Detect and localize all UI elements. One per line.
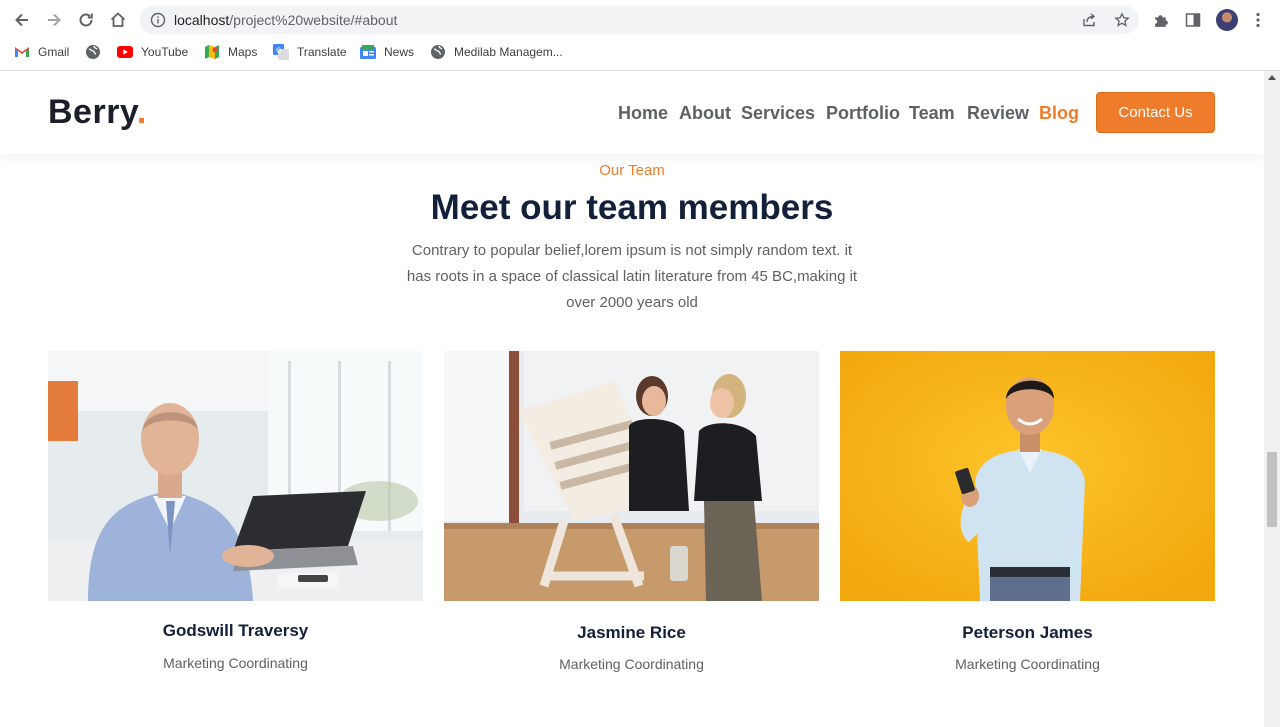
globe-icon: [85, 44, 101, 60]
site-header: Berry. Home About Services Portfolio Tea…: [0, 71, 1264, 154]
url-path: /project%20website/#about: [229, 12, 398, 28]
scrollbar-thumb[interactable]: [1267, 452, 1277, 527]
nav-blog[interactable]: Blog: [1039, 103, 1079, 124]
contact-us-button[interactable]: Contact Us: [1096, 92, 1215, 133]
home-icon: [110, 12, 126, 27]
nav-about[interactable]: About: [679, 103, 731, 124]
bookmark-gmail[interactable]: Gmail: [14, 42, 69, 62]
section-eyebrow: Our Team: [599, 162, 665, 179]
scroll-up-arrow-icon[interactable]: [1268, 75, 1276, 80]
reload-button[interactable]: [74, 8, 98, 32]
logo-dot: .: [136, 93, 147, 131]
bookmark-translate[interactable]: G Translate: [273, 42, 347, 62]
share-icon[interactable]: [1081, 12, 1097, 28]
puzzle-icon: [1154, 14, 1168, 27]
bookmark-label: Medilab Managem...: [454, 45, 563, 59]
translate-icon: G: [273, 44, 289, 60]
member-photo: [840, 351, 1215, 601]
bookmark-maps[interactable]: Maps: [204, 42, 257, 62]
arrow-right-icon: [48, 13, 61, 27]
member-role: Marketing Coordinating: [559, 656, 704, 672]
bookmark-medilab[interactable]: Medilab Managem...: [430, 42, 563, 62]
news-icon: [360, 44, 376, 60]
address-bar[interactable]: localhost/project%20website/#about: [140, 6, 1139, 34]
star-icon[interactable]: [1114, 12, 1130, 28]
url-host: localhost: [174, 12, 230, 28]
forward-button[interactable]: [42, 8, 66, 32]
section-description: Contrary to popular belief,lorem ipsum i…: [406, 242, 858, 311]
bookmarks-bar: Gmail YouTube Maps G Translate News Medi…: [0, 40, 1280, 64]
gmail-icon: [14, 44, 30, 60]
address-url[interactable]: localhost/project%20website/#about: [174, 12, 397, 28]
youtube-icon: [117, 44, 133, 60]
browser-chrome: localhost/project%20website/#about Gmail…: [0, 0, 1280, 71]
maps-icon: [204, 44, 220, 60]
nav-review[interactable]: Review: [967, 103, 1029, 124]
site-logo[interactable]: Berry.: [48, 93, 147, 132]
browser-toolbar: localhost/project%20website/#about: [0, 0, 1280, 40]
info-icon[interactable]: [150, 12, 166, 28]
profile-avatar[interactable]: [1216, 9, 1238, 31]
nav-team[interactable]: Team: [909, 103, 955, 124]
globe-icon: [430, 44, 446, 60]
nav-portfolio[interactable]: Portfolio: [826, 103, 900, 124]
kebab-menu-icon: [1256, 12, 1260, 28]
logo-text: Berry: [48, 93, 137, 131]
side-panel-icon: [1185, 13, 1201, 27]
member-role: Marketing Coordinating: [955, 656, 1100, 672]
page-viewport: Berry. Home About Services Portfolio Tea…: [0, 71, 1264, 727]
arrow-left-icon: [15, 13, 28, 27]
member-photo: [444, 351, 819, 601]
member-photo: [48, 351, 423, 601]
reload-icon: [79, 13, 93, 27]
svg-text:G: G: [276, 47, 281, 55]
bookmark-globe[interactable]: [85, 42, 109, 62]
nav-home[interactable]: Home: [618, 103, 668, 124]
nav-services[interactable]: Services: [741, 103, 815, 124]
member-name: Godswill Traversy: [162, 621, 309, 640]
bookmark-label: Gmail: [38, 45, 70, 59]
home-button[interactable]: [106, 8, 130, 32]
member-name: Jasmine Rice: [577, 623, 686, 642]
extensions-button[interactable]: [1151, 10, 1171, 30]
member-role: Marketing Coordinating: [163, 655, 308, 671]
bookmark-news[interactable]: News: [360, 42, 414, 62]
bookmark-label: Translate: [297, 45, 347, 59]
bookmark-youtube[interactable]: YouTube: [117, 42, 188, 62]
bookmark-label: Maps: [228, 45, 258, 59]
bookmark-label: News: [384, 45, 415, 59]
bookmark-label: YouTube: [141, 45, 189, 59]
browser-menu-button[interactable]: [1248, 10, 1268, 30]
page-scrollbar[interactable]: [1264, 71, 1280, 727]
back-button[interactable]: [10, 8, 34, 32]
side-panel-button[interactable]: [1183, 10, 1203, 30]
section-title: Meet our team members: [430, 188, 834, 227]
member-name: Peterson James: [962, 623, 1093, 642]
